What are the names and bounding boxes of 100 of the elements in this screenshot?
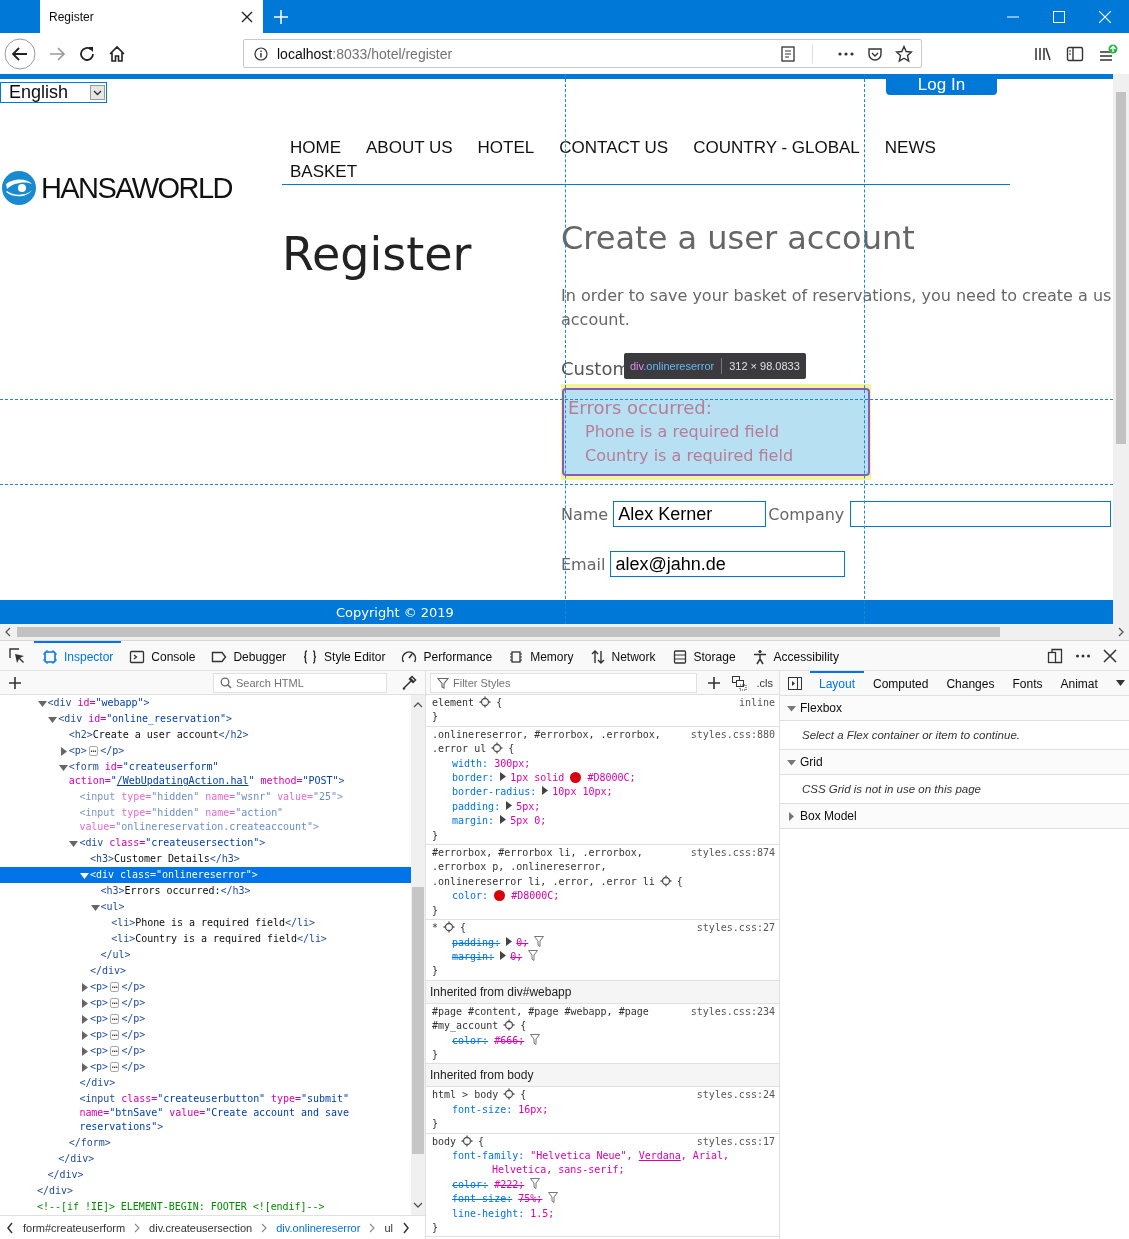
markup-line[interactable]: <div id="online_reservation">	[58, 712, 411, 726]
filter-field[interactable]: Filter Styles	[430, 672, 697, 693]
property-value[interactable]: 16px;	[518, 1103, 549, 1115]
property-name[interactable]: color:	[452, 890, 489, 902]
property-name[interactable]: line-height:	[452, 1207, 525, 1219]
markup-line[interactable]: <p> ⋯ </p>	[90, 996, 411, 1010]
source-link[interactable]: styles.css:234	[690, 1004, 775, 1020]
source-link[interactable]: styles.css:880	[690, 727, 775, 743]
markup-line[interactable]: </div>	[58, 1152, 411, 1166]
markup-line[interactable]: <h3>Customer Details</h3>	[90, 852, 411, 866]
ellipsis-badge[interactable]: ⋯	[110, 1030, 120, 1040]
property-name[interactable]: font-size:	[452, 1103, 513, 1115]
markup-line[interactable]: <ul>	[100, 900, 411, 914]
property-name[interactable]: margin:	[452, 815, 495, 827]
input-field[interactable]: alex@jahn.de	[610, 551, 846, 577]
markup-line[interactable]: <h2>Create a user account</h2>	[68, 728, 411, 742]
cls-toggle[interactable]: .cls	[756, 676, 773, 689]
markup-line[interactable]: <input type="hidden" name="wsnr" value="25">	[79, 790, 411, 804]
devtools-tab[interactable]: Accessibility	[743, 641, 847, 670]
markup-line[interactable]: </div>	[47, 1168, 411, 1182]
selected-row[interactable]: <div class="onlinereserror">	[0, 867, 411, 883]
property-value[interactable]: 10px 10px;	[552, 786, 613, 798]
devtools-tab[interactable]: Debugger	[203, 641, 295, 670]
property-value[interactable]: 75%;	[518, 1193, 543, 1205]
property-value[interactable]: 1px solid	[510, 772, 565, 784]
property-value[interactable]: #D8000C;	[587, 772, 636, 784]
markup-line[interactable]: </div>	[37, 1184, 411, 1198]
property-value[interactable]: "Helvetica Neue",	[530, 1149, 633, 1161]
markup-line[interactable]: <p> ⋯ </p>	[90, 1044, 411, 1058]
ellipsis-badge[interactable]: ⋯	[110, 1046, 120, 1056]
property-value[interactable]: Helvetica, sans-serif;	[492, 1164, 625, 1176]
property-name[interactable]: font-size:	[452, 1193, 513, 1205]
nav-link[interactable]: HOME	[290, 136, 341, 160]
language-dropdown[interactable]: English	[0, 82, 107, 103]
ellipsis-badge[interactable]: ⋯	[110, 1062, 120, 1072]
property-value[interactable]: 5px;	[516, 800, 541, 812]
property-value[interactable]: #D8000C;	[511, 890, 560, 902]
markup-line[interactable]: <!--[if !IE]> ELEMENT-BEGIN: FOOTER <![endif]-->	[37, 1200, 411, 1214]
search-field[interactable]: Search HTML	[213, 672, 387, 693]
browser-tab[interactable]: Register	[40, 0, 263, 33]
attribute-link[interactable]: /WebUpdatingAction.hal	[116, 775, 249, 786]
markup-line[interactable]: <p> ⋯ </p>	[90, 1028, 411, 1042]
markup-line[interactable]: <p> ⋯ </p>	[68, 744, 411, 758]
markup-line[interactable]: <input class="createuserbutton" type="submit" name="btnSave" value="Create account and save reservations">	[79, 1092, 411, 1134]
devtools-tab[interactable]: Network	[581, 641, 664, 670]
sidebar-tab[interactable]: Changes	[937, 671, 1004, 695]
input-field[interactable]: Alex Kerner	[613, 501, 767, 527]
property-name[interactable]: width:	[452, 757, 489, 769]
ellipsis-badge[interactable]: ⋯	[110, 982, 120, 992]
property-value[interactable]: #222;	[494, 1178, 525, 1190]
source-link[interactable]: styles.css:27	[696, 921, 775, 936]
ellipsis-badge[interactable]: ⋯	[88, 746, 99, 756]
property-name[interactable]: color:	[452, 1034, 489, 1046]
property-value[interactable]: 0;	[516, 936, 529, 948]
property-name[interactable]: font-family:	[452, 1149, 525, 1161]
markup-line[interactable]: <div id="webapp">	[47, 696, 411, 710]
breadcrumb[interactable]: div.createusersection	[149, 1221, 253, 1234]
property-name[interactable]: padding:	[452, 800, 501, 812]
markup-line[interactable]: <form id="createuserform" action="/WebUpdatingAction.hal" method="POST">	[68, 760, 411, 788]
property-value[interactable]: #666;	[494, 1034, 525, 1046]
source-link[interactable]: styles.css:24	[696, 1088, 775, 1103]
property-name[interactable]: border:	[452, 772, 495, 784]
breadcrumb[interactable]: div.onlinereserror	[276, 1221, 361, 1234]
markup-line[interactable]: <li>Phone is a required field</li>	[111, 916, 411, 930]
property-value[interactable]: 5px 0;	[510, 815, 547, 827]
sidebar-tab[interactable]: Computed	[864, 671, 938, 695]
source-link[interactable]: inline	[738, 696, 775, 711]
markup-line[interactable]: </div>	[90, 964, 411, 978]
markup-line[interactable]: </form>	[68, 1136, 411, 1150]
property-name[interactable]: border-radius:	[452, 786, 537, 798]
sidebar-tab[interactable]: Fonts	[1003, 671, 1052, 695]
sidebar-tab[interactable]: Animat	[1051, 671, 1107, 695]
source-link[interactable]: styles.css:874	[690, 846, 775, 861]
property-value[interactable]: 300px;	[494, 757, 531, 769]
breadcrumb[interactable]: ul	[384, 1221, 393, 1234]
devtools-tab[interactable]: Memory	[500, 641, 582, 670]
nav-link[interactable]: ABOUT US	[366, 136, 453, 160]
devtools-tab[interactable]: Storage	[663, 641, 744, 670]
markup-line[interactable]: <h3>Errors occurred:</h3>	[100, 884, 411, 898]
markup-line[interactable]: <p> ⋯ </p>	[90, 1060, 411, 1074]
property-name[interactable]: padding:	[452, 936, 501, 948]
markup-line[interactable]: <p> ⋯ </p>	[90, 1012, 411, 1026]
devtools-tab[interactable]: Style Editor	[294, 641, 394, 670]
devtools-tab[interactable]: Performance	[393, 641, 501, 670]
property-value[interactable]: 1.5;	[530, 1207, 555, 1219]
property-name[interactable]: margin:	[452, 950, 495, 962]
nav-link[interactable]: COUNTRY - GLOBAL	[693, 136, 860, 160]
section-header[interactable]: Grid	[780, 750, 1129, 775]
nav-link[interactable]: BASKET	[290, 160, 358, 184]
source-link[interactable]: styles.css:17	[696, 1134, 775, 1149]
markup-line[interactable]: </div>	[79, 1076, 411, 1090]
nav-link[interactable]: HOTEL	[477, 136, 535, 160]
section-header[interactable]: Box Model	[780, 804, 1129, 829]
property-name[interactable]: color:	[452, 1178, 489, 1190]
markup-line[interactable]: </ul>	[100, 948, 411, 962]
nav-link[interactable]: CONTACT US	[559, 136, 669, 160]
breadcrumb[interactable]: form#createuserform	[23, 1221, 126, 1234]
markup-line[interactable]: <li>Country is a required field</li>	[111, 932, 411, 946]
section-header[interactable]: Flexbox	[780, 696, 1129, 721]
ellipsis-badge[interactable]: ⋯	[110, 1014, 120, 1024]
